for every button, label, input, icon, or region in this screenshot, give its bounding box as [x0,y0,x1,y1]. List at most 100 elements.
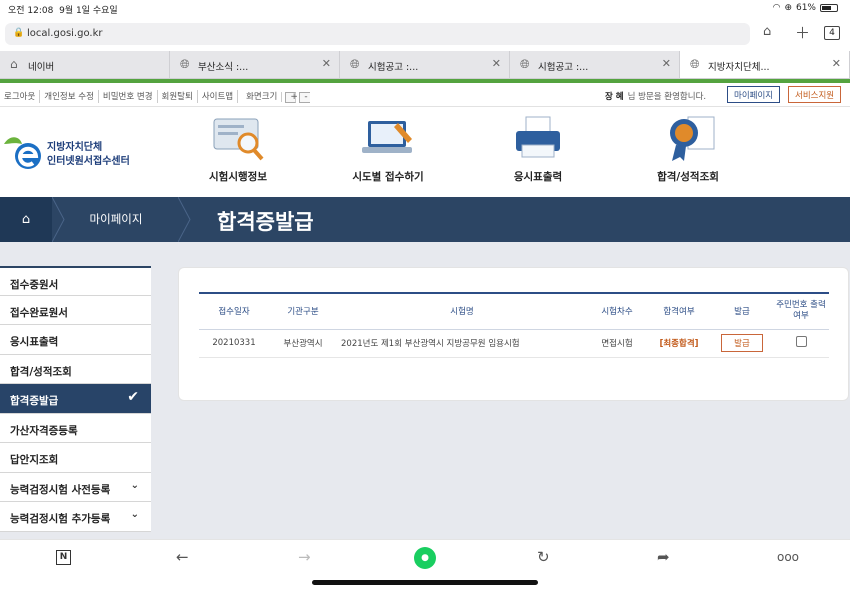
browser-tab-active[interactable]: 🌐︎ 지방자치단체... ✕ [680,51,850,78]
url-text: local.gosi.go.kr [27,28,103,39]
browser-tabs: ⌂ 네이버 🌐︎ 부산소식 :... ✕ 🌐︎ 시험공고 :... ✕ 🌐︎ 시험공고 :.… [0,51,850,79]
check-icon: ✔ [127,389,139,405]
share-icon[interactable]: ➦ [657,548,670,566]
menu-print-admission[interactable]: 응시표출력 [478,113,598,184]
browser-tab[interactable]: ⌂ 네이버 [0,51,170,78]
cell-result: [최종합격] [647,329,711,358]
wifi-icon: ◠ [772,3,781,13]
column-header: 주민번호 출력여부 [773,292,829,330]
withdraw-link[interactable]: 회원탈퇴 [158,90,198,103]
sidebar-item-completed[interactable]: 접수완료원서 [0,295,151,325]
orientation-lock-icon: ⊕ [784,3,792,13]
printer-icon [508,113,568,163]
status-time-date: 오전 12:08 9월 1일 수요일 [8,6,118,16]
reload-icon[interactable]: ↻ [537,548,550,566]
close-tab-icon[interactable]: ✕ [662,57,671,70]
home-icon: ⌂ [10,57,18,71]
menu-apply-by-region[interactable]: 시도별 접수하기 [328,113,448,184]
edit-profile-link[interactable]: 개인정보 수정 [40,90,99,103]
lock-icon: 🔒 [13,28,25,38]
column-header: 접수일자 [199,292,269,330]
close-tab-icon[interactable]: ✕ [832,57,841,70]
battery-icon [820,4,838,12]
globe-icon: 🌐︎ [180,57,190,71]
zoom-in-button[interactable]: + [285,92,298,103]
column-header: 시험차수 [587,292,647,330]
logo-line2: 인터넷원서접수센터 [47,156,130,167]
screen-size-label: 화면크기 + - [238,90,314,103]
cell-round: 면접시험 [587,329,647,358]
sidebar-item-admission-print[interactable]: 응시표출력 [0,325,151,355]
change-password-link[interactable]: 비밀번호 변경 [99,90,158,103]
site-header: 지방자치단체 인터넷원서접수센터 시험시행정보 시도별 접수하기 응시표출력 합… [0,108,850,197]
breadcrumb-separator [178,197,191,242]
battery-percent: 61% [795,3,816,13]
home-indicator [312,580,538,585]
logo-mark-icon [4,137,41,169]
laptop-pen-icon [358,113,418,163]
address-bar-area: 🔒 local.gosi.go.kr ⌂ ＋ 4 [0,17,850,51]
magnifier-document-icon [208,113,268,163]
sidebar-item-answer-sheet[interactable]: 답안지조회 [0,443,151,473]
tab-count-button[interactable]: 4 [824,26,840,40]
cell-id-print [773,329,829,358]
certificate-table: 접수일자 기관구분 시험명 시험차수 합격여부 발급 주민번호 출력여부 202… [199,292,829,358]
sidebar-item-bonus-cert[interactable]: 가산자격증등록 [0,413,151,443]
browser-tab[interactable]: 🌐︎ 부산소식 :... ✕ [170,51,340,78]
award-medal-icon [658,113,718,163]
welcome-text: 장 혜님 방문을 환영합니다. [605,92,707,102]
cell-date: 20210331 [199,329,269,358]
close-tab-icon[interactable]: ✕ [322,57,331,70]
issue-button[interactable]: 발급 [721,334,763,352]
green-dot-icon[interactable]: ● [414,547,436,569]
back-icon[interactable]: ← [176,548,189,566]
chevron-down-icon: ⌄ [130,509,139,520]
service-support-button[interactable]: 서비스지원 [788,86,842,103]
chevron-down-icon: ⌄ [130,479,139,491]
globe-icon: 🌐︎ [690,57,700,71]
cell-agency: 부산광역시 [269,329,337,358]
zoom-out-button[interactable]: - [299,92,311,103]
mypage-button[interactable]: 마이페이지 [727,86,781,103]
result-badge: [최종합격] [659,339,699,349]
column-header: 기관구분 [269,292,337,330]
browser-tab[interactable]: 🌐︎ 시험공고 :... ✕ [340,51,510,78]
status-right: ◠ ⊕ 61% [773,3,838,13]
new-tab-icon[interactable]: ＋ [795,22,810,43]
page-title: 합격증발급 [217,210,314,234]
close-tab-icon[interactable]: ✕ [492,57,501,70]
breadcrumb-mypage[interactable]: 마이페이지 [52,197,180,242]
column-header: 합격여부 [647,292,711,330]
globe-icon: 🌐︎ [520,57,530,71]
logo-line1: 지방자치단체 [47,142,103,153]
certificate-panel: 접수일자 기관구분 시험명 시험차수 합격여부 발급 주민번호 출력여부 202… [178,267,849,401]
sidebar-item-add-register[interactable]: 능력검정시험 추가등록 ⌄ [0,502,151,532]
column-header: 발급 [711,292,773,330]
cell-exam-name: 2021년도 제1회 부산광역시 지방공무원 임용시험 [337,329,587,358]
status-bar: 오전 12:08 9월 1일 수요일 ◠ ⊕ 61% [0,0,850,17]
sidebar-item-pre-register[interactable]: 능력검정시험 사전등록 ⌄ [0,472,151,502]
browser-tab[interactable]: 🌐︎ 시험공고 :... ✕ [510,51,680,78]
table-header-row: 접수일자 기관구분 시험명 시험차수 합격여부 발급 주민번호 출력여부 [199,292,829,330]
menu-exam-info[interactable]: 시험시행정보 [178,113,298,184]
sitemap-link[interactable]: 사이트맵 [198,90,239,103]
address-bar[interactable]: 🔒 local.gosi.go.kr [5,23,750,45]
site-logo[interactable]: 지방자치단체 인터넷원서접수센터 [0,130,160,180]
utility-bar: 로그아웃 개인정보 수정 비밀번호 변경 회원탈퇴 사이트맵 화면크기 + - 장 … [0,83,850,107]
home-icon[interactable]: ⌂ [0,197,52,242]
menu-result-lookup[interactable]: 합격/성적조회 [628,113,748,184]
naver-icon[interactable]: N [56,550,71,565]
breadcrumb-bar: ⌂ 마이페이지 합격증발급 [0,197,850,242]
id-print-checkbox[interactable] [795,336,807,347]
cell-issue: 발급 [711,329,773,358]
forward-icon[interactable]: → [298,548,311,566]
more-icon[interactable]: ooo [777,550,799,564]
reader-home-icon[interactable]: ⌂ [763,24,771,39]
sidebar-item-pending[interactable]: 접수중원서 [0,266,151,296]
column-header: 시험명 [337,292,587,330]
logout-link[interactable]: 로그아웃 [0,90,41,103]
sidebar-item-results[interactable]: 합격/성적조회 [0,354,151,384]
sidebar-item-certificate[interactable]: 합격증발급 ✔ [0,384,151,414]
globe-icon: 🌐︎ [350,57,360,71]
sidebar: 접수중원서 접수완료원서 응시표출력 합격/성적조회 합격증발급 ✔ 가산자격증등… [0,266,151,539]
